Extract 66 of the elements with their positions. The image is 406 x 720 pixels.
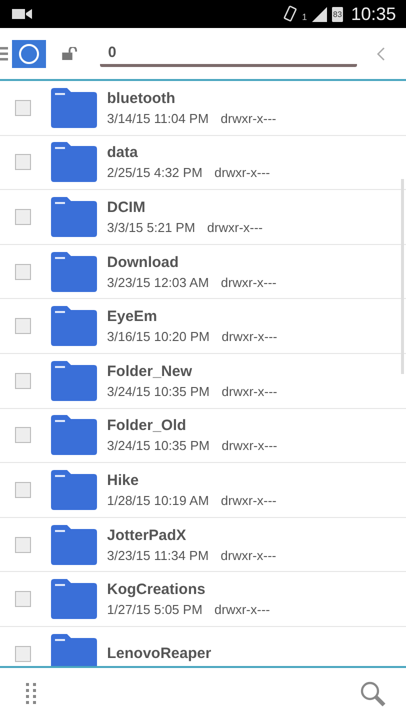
folder-icon: [51, 634, 97, 666]
folder-name: KogCreations: [107, 581, 206, 598]
modified-date: 3/16/15 10:20 PM: [107, 329, 210, 344]
folder-icon: [51, 142, 97, 182]
folder-icon: [51, 579, 97, 620]
checkbox[interactable]: [15, 100, 31, 116]
permissions-text: drwxr-x---: [214, 602, 270, 618]
video-camera-icon: [12, 8, 32, 20]
checkbox[interactable]: [15, 427, 31, 444]
checkbox[interactable]: [15, 154, 31, 170]
modified-date: 3/23/15 11:34 PM: [107, 548, 209, 563]
permissions-text: drwxr-x---: [214, 165, 270, 180]
folder-icon: [51, 360, 97, 401]
folder-name: Hike: [107, 472, 140, 489]
checkbox[interactable]: [15, 318, 31, 334]
permissions-text: drwxr-x---: [222, 384, 278, 399]
permissions-text: drwxr-x---: [222, 329, 278, 344]
modified-date: 3/3/15 5:21 PM: [107, 220, 196, 235]
permissions-text: drwxr-x---: [220, 548, 276, 563]
clock-time: 10:35: [350, 4, 396, 24]
checkbox[interactable]: [15, 264, 31, 280]
modified-date: 1/27/15 5:05 PM: [107, 602, 202, 618]
modified-date: 3/14/15 11:04 PM: [107, 110, 209, 126]
permissions-text: drwxr-x---: [207, 220, 263, 235]
checkbox[interactable]: [15, 536, 31, 553]
permissions-text: drwxr-x---: [222, 438, 278, 454]
folder-name: EyeEm: [107, 308, 158, 326]
folder-icon: [51, 524, 97, 565]
circle-button[interactable]: [12, 40, 46, 68]
modified-date: 2/25/15 4:32 PM: [107, 165, 202, 180]
modified-date: 3/24/15 10:35 PM: [107, 438, 210, 454]
folder-icon: [51, 415, 97, 456]
checkbox[interactable]: [15, 372, 31, 389]
menu-icon[interactable]: [0, 46, 8, 60]
folder-icon: [51, 306, 97, 346]
permissions-text: drwxr-x---: [220, 492, 277, 508]
folder-icon: [51, 470, 97, 510]
battery-icon: 83: [332, 6, 343, 22]
path-field[interactable]: 0: [100, 40, 357, 66]
unlocked-padlock-icon[interactable]: [62, 47, 79, 60]
back-chevron-icon[interactable]: [377, 46, 385, 60]
checkbox[interactable]: [15, 208, 31, 225]
modified-date: 3/23/15 12:03 AM: [107, 274, 209, 290]
permissions-text: drwxr-x---: [220, 110, 276, 126]
modified-date: 1/28/15 10:19 AM: [107, 492, 209, 508]
folder-icon: [51, 88, 97, 128]
folder-name: DCIM: [107, 198, 146, 216]
folder-name: LenovoReaper: [107, 645, 212, 662]
folder-name: Download: [107, 254, 180, 271]
folder-name: Folder_New: [107, 362, 194, 380]
modified-date: 3/24/15 10:35 PM: [107, 384, 210, 399]
permissions-text: drwxr-x---: [220, 274, 277, 290]
grid-dots-icon[interactable]: [26, 683, 36, 705]
signal-icon: [312, 6, 328, 22]
folder-icon: [51, 196, 97, 237]
folder-name: data: [107, 144, 139, 162]
folder-icon: [51, 252, 97, 292]
folder-name: JotterPadX: [107, 526, 188, 544]
folder-name: Folder_Old: [107, 417, 188, 434]
folder-name: bluetooth: [107, 90, 176, 107]
sim-slot-number: 1: [302, 12, 308, 22]
search-icon[interactable]: [360, 681, 386, 707]
checkbox[interactable]: [15, 482, 31, 498]
checkbox[interactable]: [15, 591, 31, 608]
vibrate-icon: [283, 5, 298, 23]
checkbox[interactable]: [15, 646, 31, 662]
